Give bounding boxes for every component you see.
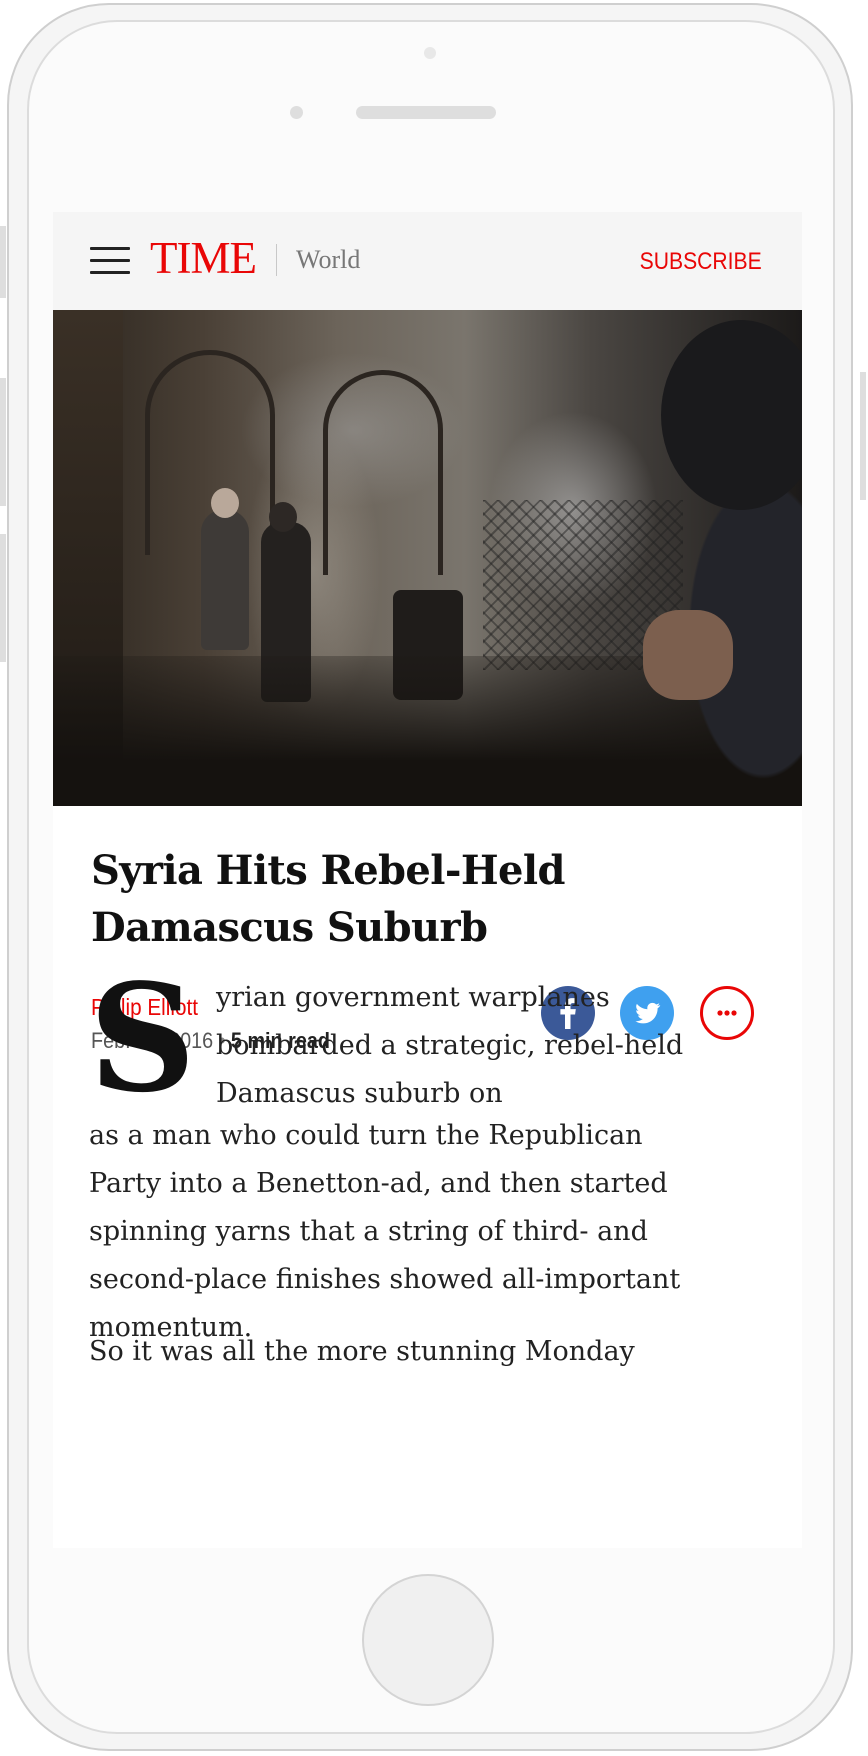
volume-up-button bbox=[0, 378, 6, 506]
body-line: second-place finishes showed all-importa… bbox=[89, 1264, 681, 1295]
header-divider bbox=[276, 244, 277, 276]
lead-line: yrian government warplanes bbox=[216, 982, 610, 1013]
article-body: as a man who could turn the Republican P… bbox=[89, 1112, 769, 1352]
subscribe-link[interactable]: SUBSCRIBE bbox=[640, 250, 762, 274]
hero-image bbox=[53, 310, 802, 806]
hamburger-menu-icon[interactable] bbox=[90, 245, 130, 275]
article-title-line2: Damascus Suburb bbox=[91, 904, 488, 951]
phone-screen: TIME World SUBSCRIBE Syria Hits Rebel-He… bbox=[53, 212, 802, 1548]
volume-down-button bbox=[0, 534, 6, 662]
site-header: TIME World SUBSCRIBE bbox=[53, 212, 802, 310]
section-label[interactable]: World bbox=[296, 247, 360, 273]
earpiece-speaker bbox=[356, 106, 496, 119]
power-button bbox=[860, 372, 866, 500]
mute-switch bbox=[0, 226, 6, 298]
lead-line: Damascus suburb on bbox=[216, 1078, 503, 1109]
body-line: as a man who could turn the Republican bbox=[89, 1120, 643, 1151]
home-button[interactable] bbox=[362, 1574, 494, 1706]
article-title-line1: Syria Hits Rebel-Held bbox=[91, 847, 565, 894]
lead-text: yrian government warplanes bombarded a s… bbox=[216, 974, 756, 1118]
article-paragraph-2: So it was all the more stunning Monday bbox=[89, 1336, 635, 1367]
time-logo[interactable]: TIME bbox=[150, 236, 257, 281]
proximity-sensor bbox=[290, 106, 303, 119]
lead-line: bombarded a strategic, rebel-held bbox=[216, 1030, 684, 1061]
front-camera bbox=[424, 47, 436, 59]
article-title: Syria Hits Rebel-Held Damascus Suburb bbox=[91, 842, 731, 956]
drop-cap: S bbox=[89, 951, 196, 1125]
body-line: spinning yarns that a string of third- a… bbox=[89, 1216, 648, 1247]
body-line: Party into a Benetton-ad, and then start… bbox=[89, 1168, 668, 1199]
